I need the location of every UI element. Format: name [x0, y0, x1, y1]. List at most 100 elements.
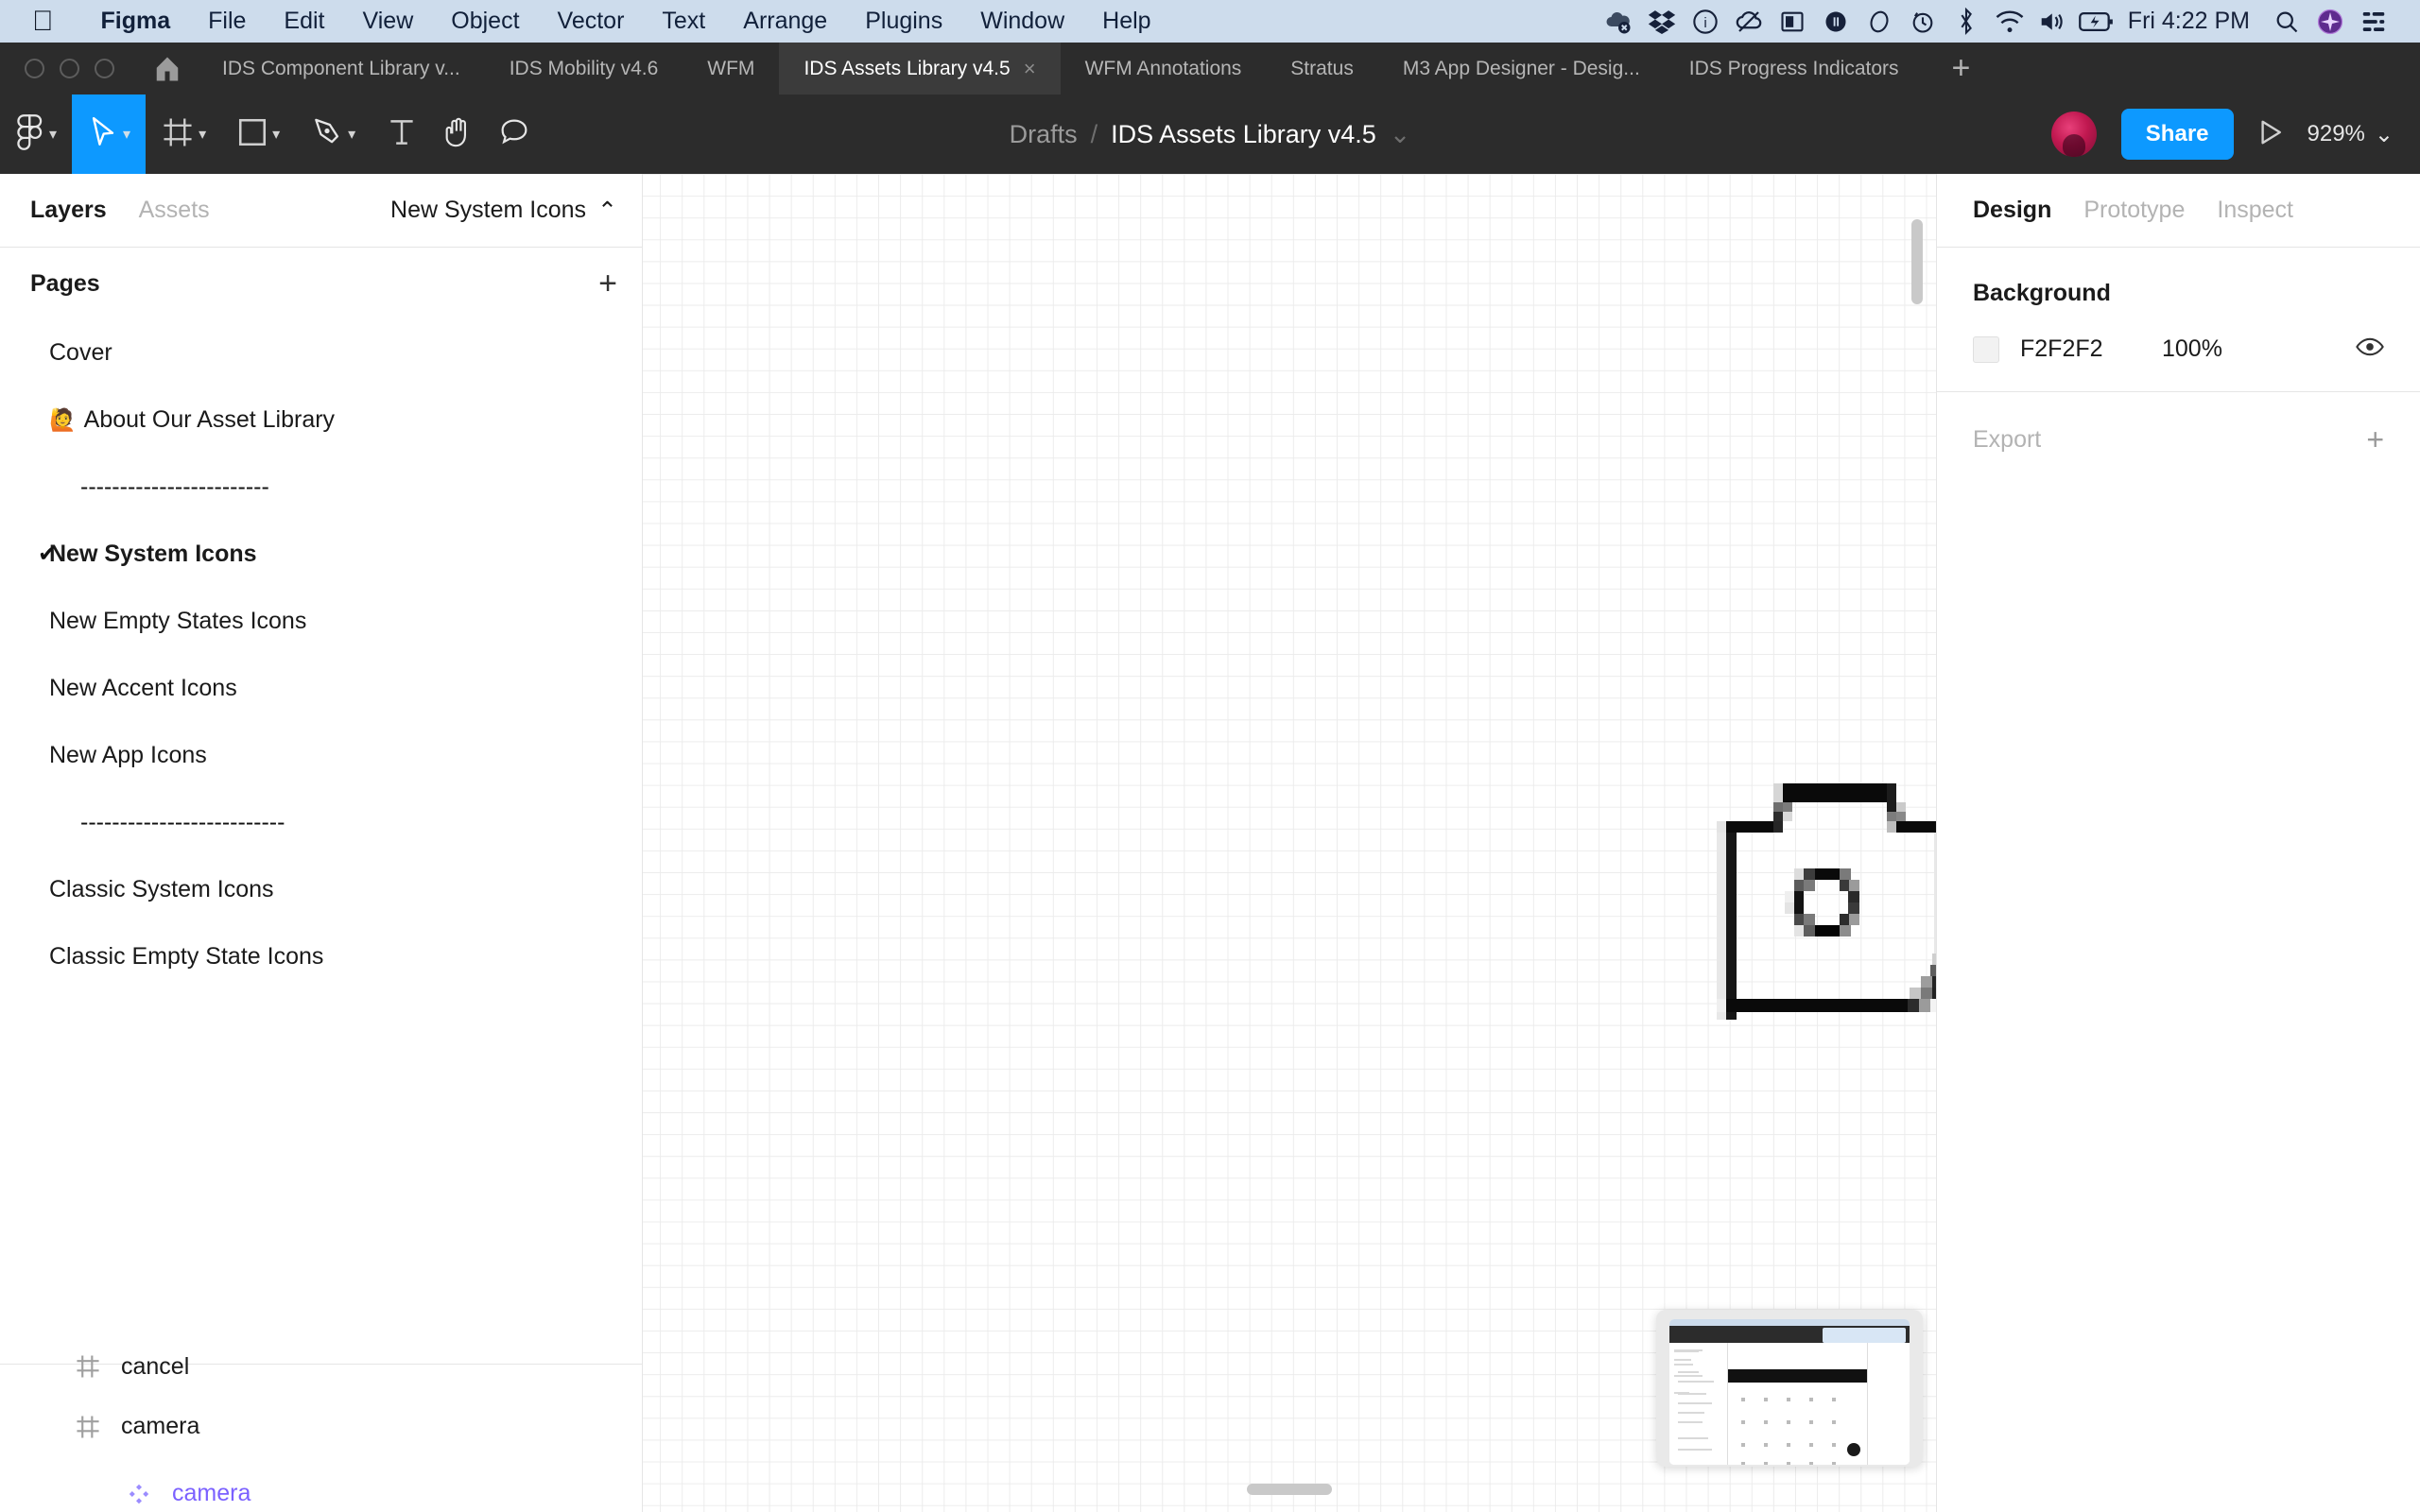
hand-tool-button[interactable] [425, 94, 482, 174]
chevron-down-icon[interactable]: ▾ [348, 125, 361, 144]
info-circle-icon[interactable]: i [1684, 9, 1727, 35]
add-export-button[interactable]: + [2366, 424, 2384, 455]
menu-text[interactable]: Text [643, 8, 724, 35]
chevron-down-icon[interactable]: ▾ [49, 125, 62, 144]
page-item-new-system-icons[interactable]: ✔ New System Icons [0, 521, 642, 588]
chevron-down-icon[interactable]: ▾ [272, 125, 285, 144]
cloud-disabled-icon[interactable] [1597, 8, 1640, 36]
window-minimize-button[interactable] [60, 59, 79, 78]
page-item-new-app-icons[interactable]: New App Icons [0, 722, 642, 789]
menu-object[interactable]: Object [432, 8, 538, 35]
tab-design[interactable]: Design [1973, 197, 2051, 224]
time-machine-icon[interactable] [1901, 9, 1945, 35]
spotlight-search-icon[interactable] [2265, 9, 2308, 35]
breadcrumb-project[interactable]: Drafts [1010, 120, 1078, 149]
background-hex-value[interactable]: F2F2F2 [2020, 335, 2162, 363]
breadcrumb-file-name[interactable]: IDS Assets Library v4.5 [1111, 120, 1376, 149]
page-item-new-empty-states-icons[interactable]: New Empty States Icons [0, 588, 642, 655]
battery-charging-icon[interactable] [2075, 9, 2118, 34]
tab-label: IDS Assets Library v4.5 [804, 57, 1011, 79]
color-swatch[interactable] [1973, 335, 1999, 363]
page-item-about[interactable]: 🙋 About Our Asset Library [0, 387, 642, 454]
background-section: Background F2F2F2 100% [1937, 248, 2420, 392]
figma-menu-button[interactable]: ▾ [0, 94, 72, 174]
comment-tool-button[interactable] [482, 94, 539, 174]
volume-icon[interactable] [2031, 9, 2075, 35]
layer-row-camera-set[interactable]: camera [0, 1393, 642, 1460]
chevron-down-icon[interactable]: ▾ [123, 125, 136, 144]
design-canvas[interactable] [643, 174, 1936, 1512]
tab-ids-component-library[interactable]: IDS Component Library v... [198, 43, 485, 94]
text-tool-button[interactable] [371, 94, 425, 174]
window-close-button[interactable] [25, 59, 44, 78]
menu-edit[interactable]: Edit [265, 8, 343, 35]
menu-view[interactable]: View [344, 8, 433, 35]
shape-tool-button[interactable]: ▾ [221, 94, 295, 174]
page-label: Classic Empty State Icons [49, 943, 324, 970]
vertical-scrollbar[interactable] [1911, 219, 1923, 304]
page-item-new-accent-icons[interactable]: New Accent Icons [0, 655, 642, 722]
tab-wfm-annotations[interactable]: WFM Annotations [1061, 43, 1267, 94]
chevron-down-icon[interactable]: ⌄ [1390, 120, 1411, 149]
menu-help[interactable]: Help [1083, 8, 1169, 35]
tab-m3-app-designer[interactable]: M3 App Designer - Desig... [1378, 43, 1665, 94]
apple-logo-icon[interactable]:  [32, 7, 54, 36]
page-item-classic-system-icons[interactable]: Classic System Icons [0, 856, 642, 923]
page-label: ------------------------ [80, 473, 269, 500]
layer-row-camera-component[interactable]: camera [0, 1460, 642, 1512]
tab-stratus[interactable]: Stratus [1266, 43, 1378, 94]
page-label: Classic System Icons [49, 876, 274, 902]
background-opacity-value[interactable]: 100% [2162, 335, 2222, 363]
tab-assets[interactable]: Assets [139, 197, 210, 224]
add-page-button[interactable]: + [598, 267, 617, 300]
tab-prototype[interactable]: Prototype [2083, 197, 2185, 224]
tab-inspect[interactable]: Inspect [2217, 197, 2293, 224]
cloud-slash-icon[interactable] [1727, 8, 1771, 36]
tab-wfm[interactable]: WFM [683, 43, 779, 94]
pen-tool-button[interactable]: ▾ [295, 94, 371, 174]
page-label: New App Icons [49, 742, 207, 768]
chevron-down-icon[interactable]: ⌄ [2375, 121, 2394, 148]
menu-figma[interactable]: Figma [82, 8, 190, 35]
avatar[interactable] [2050, 112, 2097, 157]
siri-icon[interactable] [2308, 8, 2352, 36]
menu-plugins[interactable]: Plugins [846, 8, 961, 35]
wifi-icon[interactable] [1988, 9, 2031, 35]
tab-ids-mobility[interactable]: IDS Mobility v4.6 [485, 43, 683, 94]
tab-label: WFM [707, 57, 755, 79]
share-button[interactable]: Share [2120, 109, 2234, 160]
horizontal-scrollbar[interactable] [1247, 1484, 1332, 1495]
menubar-clock[interactable]: Fri 4:22 PM [2118, 8, 2265, 35]
eye-icon[interactable] [2356, 336, 2384, 362]
tab-ids-progress-indicators[interactable]: IDS Progress Indicators [1665, 43, 1924, 94]
page-item-cover[interactable]: Cover [0, 319, 642, 387]
window-maximize-button[interactable] [95, 59, 114, 78]
camera-artboard[interactable] [1717, 783, 1936, 1095]
move-tool-button[interactable]: ▾ [72, 94, 147, 174]
layer-row-cancel[interactable]: cancel [0, 1340, 642, 1393]
tab-ids-assets-library[interactable]: IDS Assets Library v4.5 × [779, 43, 1061, 94]
menu-vector[interactable]: Vector [539, 8, 644, 35]
check-icon: ✔ [38, 541, 58, 567]
menu-arrange[interactable]: Arrange [724, 8, 846, 35]
dropbox-icon[interactable] [1640, 9, 1684, 34]
avocado-icon[interactable] [1858, 9, 1901, 35]
canvas-minimap[interactable] [1656, 1310, 1923, 1467]
screen-icon[interactable] [1771, 9, 1814, 35]
component-set-icon [74, 1354, 102, 1379]
page-selector[interactable]: New System Icons ⌃ [390, 197, 617, 225]
page-item-classic-empty-state-icons[interactable]: Classic Empty State Icons [0, 923, 642, 990]
tab-layers[interactable]: Layers [30, 197, 107, 224]
bluetooth-icon[interactable] [1945, 7, 1988, 36]
menu-window[interactable]: Window [961, 8, 1083, 35]
stats-icon[interactable] [1814, 9, 1858, 35]
close-icon[interactable]: × [1024, 58, 1036, 79]
zoom-control[interactable]: 929% ⌄ [2308, 121, 2394, 148]
chevron-down-icon[interactable]: ▾ [199, 125, 212, 144]
present-button[interactable] [2234, 119, 2308, 150]
frame-tool-button[interactable]: ▾ [146, 94, 221, 174]
new-tab-button[interactable]: + [1924, 43, 1999, 94]
home-icon[interactable] [137, 43, 198, 94]
menu-file[interactable]: File [189, 8, 265, 35]
control-center-icon[interactable] [2352, 9, 2395, 34]
